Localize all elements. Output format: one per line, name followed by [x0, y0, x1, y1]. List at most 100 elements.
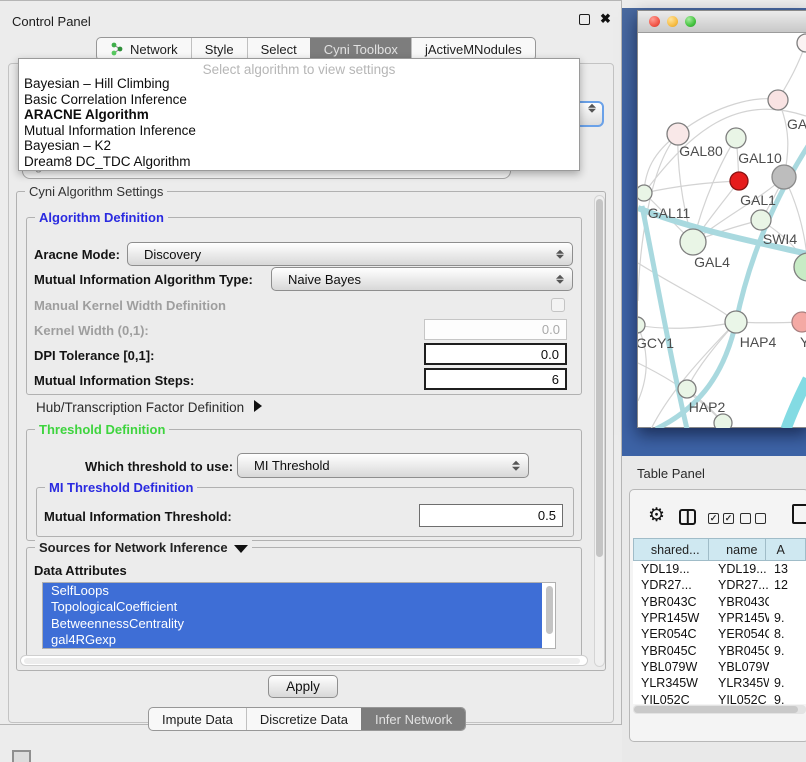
unchecked-checkbox-icon — [740, 513, 751, 524]
expand-right-icon — [254, 400, 262, 412]
data-attributes-list[interactable]: SelfLoops TopologicalCoefficient Between… — [42, 582, 556, 649]
table-row[interactable]: YBR043CYBR043C — [633, 594, 806, 610]
close-traffic-light-icon[interactable] — [649, 16, 660, 27]
list-scrollbar-thumb[interactable] — [546, 586, 553, 634]
checked-checkbox-icon: ✓ — [723, 513, 734, 524]
node — [797, 34, 806, 52]
table-row[interactable]: YDR27...YDR27...12 — [633, 577, 806, 593]
show-columns-icon[interactable] — [679, 509, 696, 525]
network-window-titlebar[interactable] — [638, 11, 806, 33]
node-label: GAL80 — [679, 143, 723, 159]
column-header-partial[interactable]: A — [766, 538, 806, 561]
column-header-shared-name[interactable]: shared... — [633, 538, 709, 561]
data-attributes-label: Data Attributes — [34, 563, 127, 578]
list-item[interactable]: SelfLoops — [43, 583, 542, 599]
zoom-traffic-light-icon[interactable] — [685, 16, 696, 27]
mi-threshold-legend: MI Threshold Definition — [45, 480, 197, 495]
combo-spinner-icon — [556, 248, 564, 261]
screen: Control Panel ✖ Network Style Select — [0, 0, 806, 762]
table-row[interactable]: YBL079WYBL079W — [633, 659, 806, 675]
which-threshold-label: Which threshold to use: — [85, 459, 233, 474]
close-icon[interactable]: ✖ — [600, 11, 611, 27]
table-row[interactable]: YBR045CYBR045C9. — [633, 642, 806, 658]
network-canvas[interactable]: GAL GAL80 GAL10 GAL1 GAL11 SWI4 GAL4 GCY… — [638, 33, 806, 428]
combo-spinner-icon — [512, 459, 520, 472]
settings-scrollbar-thumb[interactable] — [596, 199, 603, 557]
tab-infer-network-label: Infer Network — [375, 712, 452, 727]
table-row[interactable]: YPR145WYPR145W9. — [633, 610, 806, 626]
list-item[interactable]: BetweennessCentrality — [43, 616, 542, 632]
node-label: GAL — [787, 116, 806, 132]
node-gal1 — [751, 210, 771, 230]
settings-horizontal-scrollbar[interactable] — [20, 655, 588, 666]
node — [768, 90, 788, 110]
aracne-mode-combo[interactable]: Discovery — [127, 242, 573, 266]
settings-vertical-scrollbar[interactable] — [594, 195, 605, 667]
tab-select[interactable]: Select — [247, 38, 310, 60]
mi-threshold-field[interactable]: 0.5 — [419, 504, 563, 527]
table-scrollbar-thumb[interactable] — [634, 706, 798, 713]
combo-spinner-icon — [588, 102, 596, 115]
minimize-traffic-light-icon[interactable] — [667, 16, 678, 27]
dropdown-item-mutual-information[interactable]: Mutual Information Inference — [19, 123, 579, 139]
threshold-definition-legend: Threshold Definition — [35, 422, 169, 437]
node — [714, 414, 732, 428]
table-horizontal-scrollbar[interactable] — [633, 705, 806, 714]
tab-style[interactable]: Style — [191, 38, 247, 60]
sources-legend[interactable]: Sources for Network Inference — [35, 540, 252, 555]
tab-impute-data[interactable]: Impute Data — [149, 708, 246, 730]
tab-discretize-data[interactable]: Discretize Data — [246, 708, 361, 730]
minimized-panel-icon[interactable] — [12, 750, 31, 762]
kernel-width-field[interactable]: 0.0 — [424, 319, 567, 340]
dropdown-item-bayesian-hill-climbing[interactable]: Bayesian – Hill Climbing — [19, 76, 579, 92]
which-threshold-combo[interactable]: MI Threshold — [237, 453, 529, 478]
hub-definition-toggle[interactable]: Hub/Transcription Factor Definition — [36, 400, 262, 415]
column-header-name[interactable]: name — [709, 538, 767, 561]
combo-spinner-icon — [556, 273, 564, 286]
tab-discretize-data-label: Discretize Data — [260, 712, 348, 727]
tab-network[interactable]: Network — [97, 38, 191, 60]
node-table: shared... name A YDL19...YDL19...13 YDR2… — [633, 538, 806, 704]
tab-impute-data-label: Impute Data — [162, 712, 233, 727]
node-label: GAL4 — [694, 254, 730, 270]
dropdown-item-bayesian-k2[interactable]: Bayesian – K2 — [19, 138, 579, 154]
control-panel-title: Control Panel — [12, 14, 91, 29]
file-icon[interactable] — [792, 504, 806, 524]
list-item[interactable]: TopologicalCoefficient — [43, 599, 542, 615]
horizontal-scrollbar-thumb[interactable] — [24, 658, 580, 665]
hub-definition-label: Hub/Transcription Factor Definition — [36, 400, 244, 415]
mi-steps-field[interactable]: 6 — [424, 368, 567, 390]
algorithm-definition-legend: Algorithm Definition — [35, 210, 168, 225]
tab-network-label: Network — [130, 42, 178, 57]
dropdown-item-basic-correlation[interactable]: Basic Correlation Inference — [19, 92, 579, 108]
table-rows[interactable]: YDL19...YDL19...13 YDR27...YDR27...12 YB… — [633, 561, 806, 704]
mi-steps-label: Mutual Information Steps: — [34, 373, 194, 388]
tab-cyni-toolbox[interactable]: Cyni Toolbox — [310, 38, 411, 60]
tab-infer-network[interactable]: Infer Network — [361, 708, 465, 730]
dpi-tolerance-field[interactable]: 0.0 — [424, 343, 567, 365]
mi-type-combo[interactable]: Naive Bayes — [271, 267, 573, 291]
node-label: Y — [800, 334, 806, 350]
table-header-row: shared... name A — [633, 538, 806, 561]
node-salmon — [792, 312, 806, 332]
tab-style-label: Style — [205, 42, 234, 57]
apply-button[interactable]: Apply — [268, 675, 338, 698]
manual-kernel-checkbox[interactable] — [551, 298, 565, 312]
mi-type-value: Naive Bayes — [288, 272, 361, 287]
dropdown-item-dream8[interactable]: Dream8 DC_TDC Algorithm — [19, 154, 579, 170]
table-row[interactable]: YER054CYER054C8. — [633, 626, 806, 642]
table-settings-gear-icon[interactable]: ⚙ — [648, 505, 665, 527]
collapse-down-icon — [234, 545, 248, 553]
algorithm-dropdown-placeholder: Select algorithm to view settings — [19, 59, 579, 76]
tab-jactivemnodules[interactable]: jActiveMNodules — [411, 38, 535, 60]
network-view-window: GAL GAL80 GAL10 GAL1 GAL11 SWI4 GAL4 GCY… — [637, 10, 806, 428]
dropdown-item-aracne[interactable]: ARACNE Algorithm — [19, 107, 579, 123]
deselect-all-columns-icon[interactable] — [740, 513, 766, 524]
select-all-columns-icon[interactable]: ✓ ✓ — [708, 513, 734, 524]
list-item[interactable]: gal4RGexp — [43, 632, 542, 648]
node-gal80 — [667, 123, 689, 145]
table-row[interactable]: YDL19...YDL19...13 — [633, 561, 806, 577]
table-row[interactable]: YIL052CYIL052C9. — [633, 691, 806, 704]
float-window-icon[interactable] — [579, 14, 590, 25]
table-row[interactable]: YLR345WYLR345W9. — [633, 675, 806, 691]
